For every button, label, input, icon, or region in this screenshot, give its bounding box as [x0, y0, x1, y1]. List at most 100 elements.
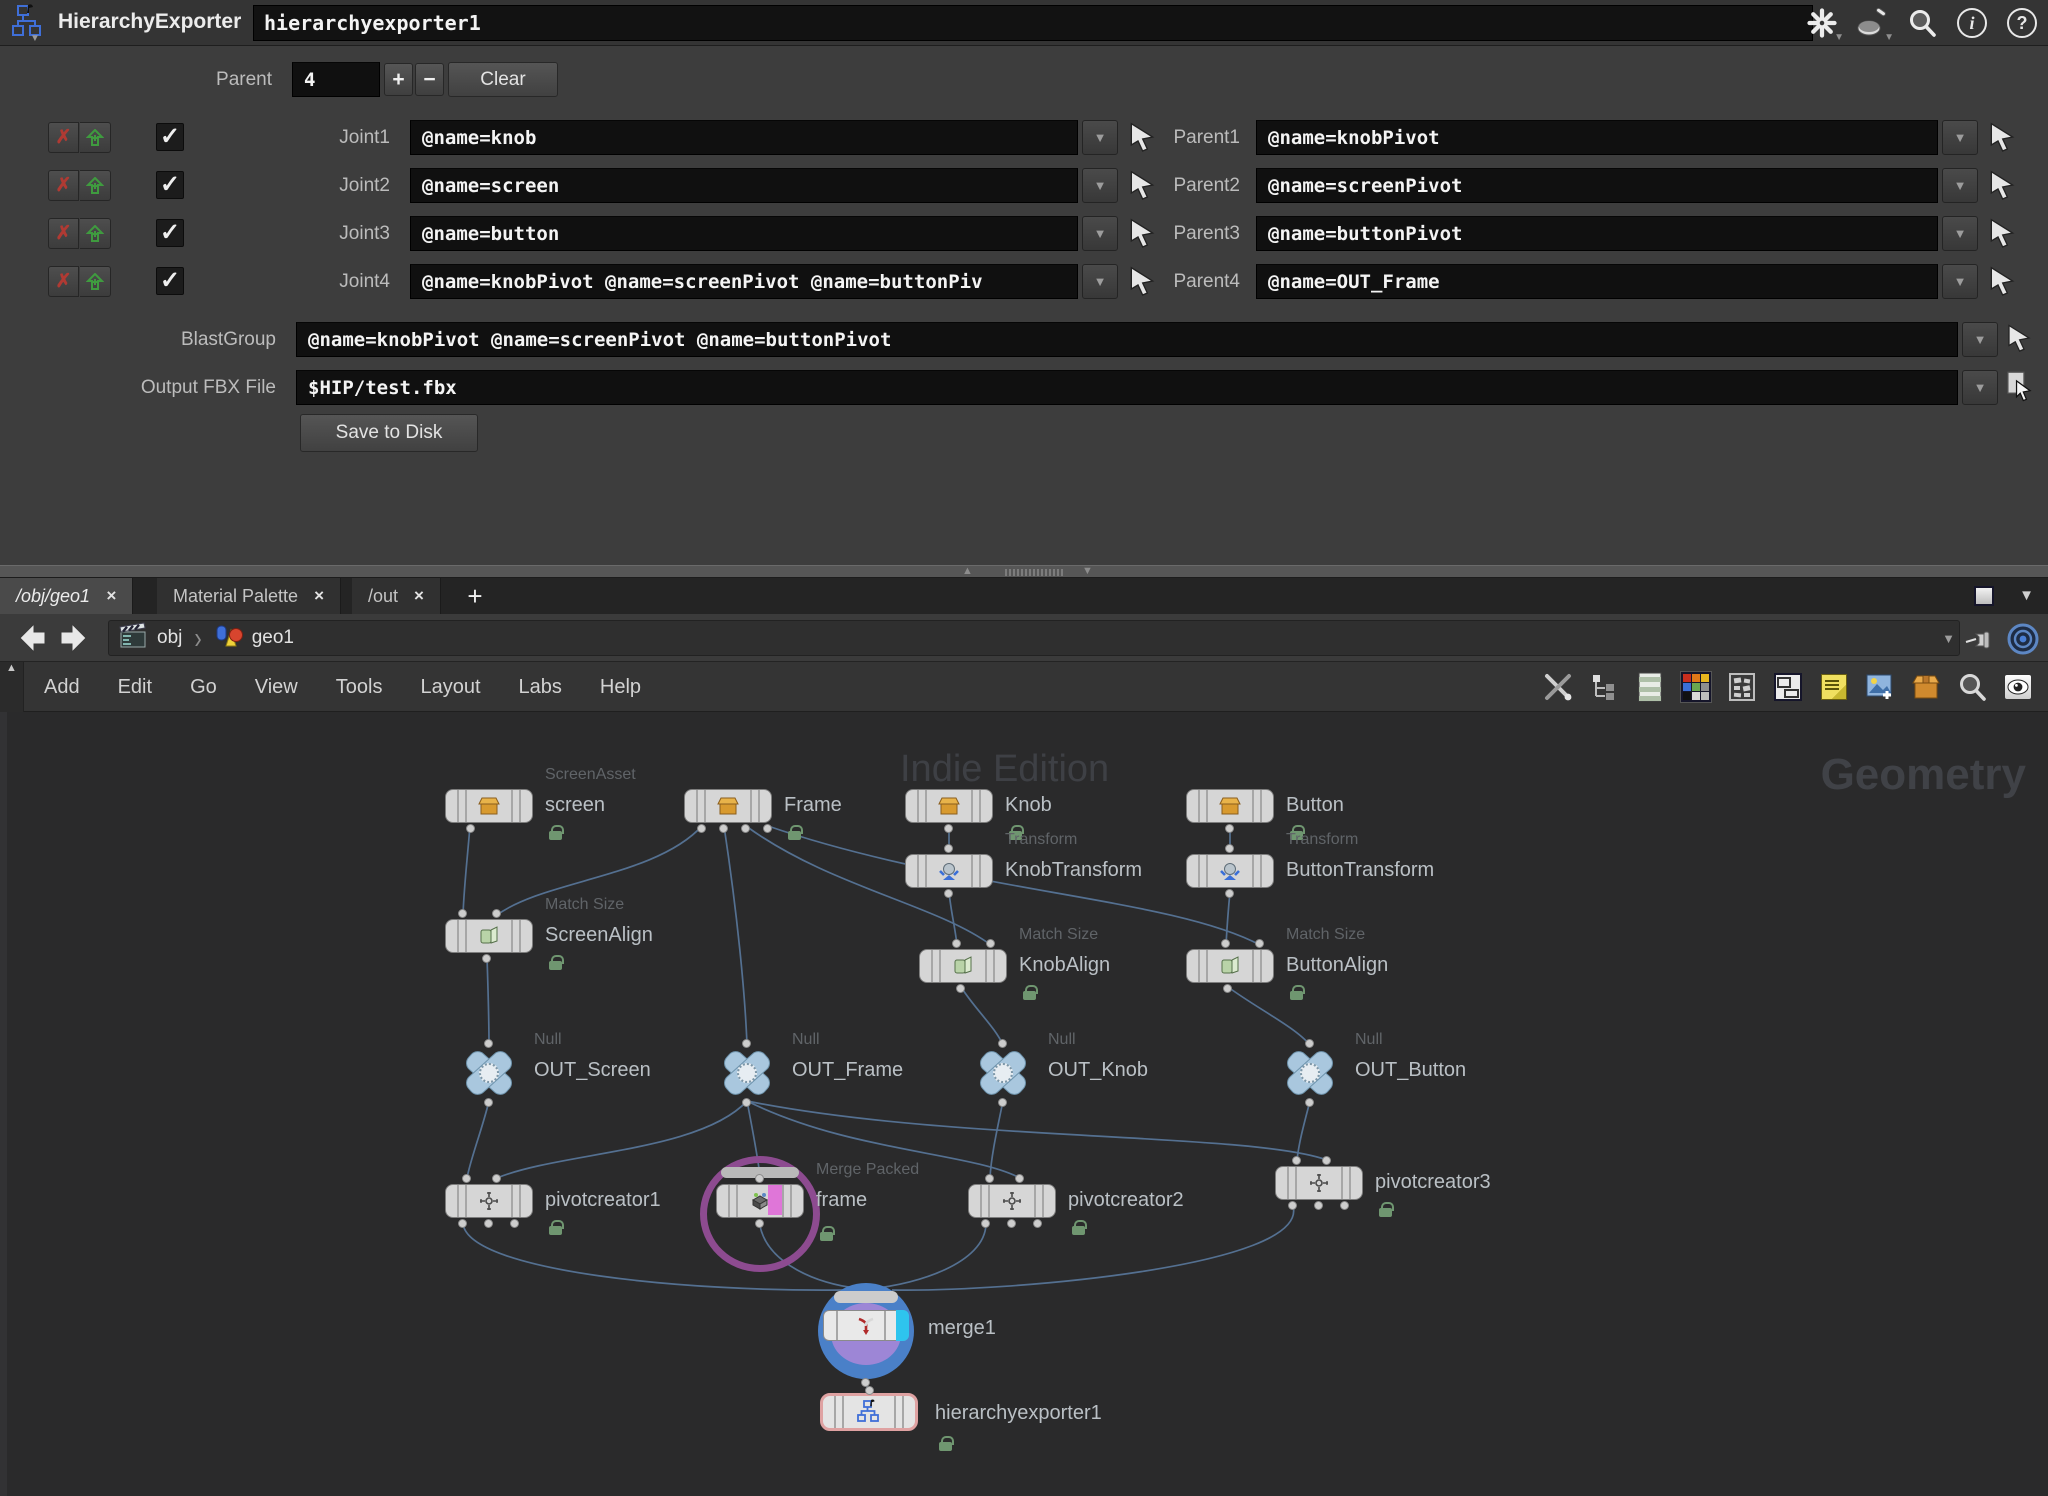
joint1-pick-arrow-icon[interactable]: [1126, 121, 1160, 155]
insert-joint3-button[interactable]: [80, 218, 111, 249]
pink-flag[interactable]: [768, 1185, 782, 1215]
parent1-field[interactable]: [1256, 120, 1938, 155]
info-icon[interactable]: i: [1954, 5, 1990, 41]
output-connector[interactable]: [697, 824, 706, 833]
input-connector[interactable]: [458, 909, 467, 918]
node-pivotcreator3[interactable]: pivotcreator3: [1275, 1166, 1363, 1200]
node-frame[interactable]: Frame: [684, 789, 772, 823]
asset-box-icon[interactable]: [1910, 671, 1942, 703]
input-connector[interactable]: [492, 909, 501, 918]
tree-view-icon[interactable]: [1588, 671, 1620, 703]
menu-add[interactable]: Add: [44, 676, 80, 699]
output-connector[interactable]: [484, 1219, 493, 1228]
input-connector[interactable]: [755, 1174, 764, 1183]
parent3-field[interactable]: [1256, 216, 1938, 251]
menu-labs[interactable]: Labs: [519, 676, 562, 699]
input-connector[interactable]: [1221, 939, 1230, 948]
node-hierarchyexporter1[interactable]: hierarchyexporter1: [820, 1393, 918, 1431]
joint2-enable-checkbox[interactable]: ✓: [156, 171, 184, 199]
node-pivotcreator1[interactable]: pivotcreator1: [445, 1184, 533, 1218]
input-connector[interactable]: [1255, 939, 1264, 948]
output-fbx-field[interactable]: [296, 370, 1958, 405]
input-connector[interactable]: [952, 939, 961, 948]
tab-obj-geo1[interactable]: /obj/geo1 ×: [0, 578, 133, 614]
pin-icon[interactable]: [1964, 622, 1996, 654]
display-flag[interactable]: [896, 1310, 909, 1341]
joint1-enable-checkbox[interactable]: ✓: [156, 123, 184, 151]
output-connector[interactable]: [742, 1098, 751, 1107]
forward-arrow-icon[interactable]: [56, 620, 92, 656]
output-connector[interactable]: [1340, 1201, 1349, 1210]
output-connector[interactable]: [1007, 1219, 1016, 1228]
pane-collapse-strip[interactable]: ▲: [0, 662, 24, 712]
gear-icon[interactable]: ▼: [1804, 5, 1840, 41]
output-connector[interactable]: [510, 1219, 519, 1228]
pane-splitter[interactable]: ▲ ▼: [0, 565, 2048, 578]
node-name-input[interactable]: [253, 5, 1813, 41]
input-connector[interactable]: [462, 1174, 471, 1183]
input-connector[interactable]: [1322, 1156, 1331, 1165]
path-dropdown[interactable]: ▼: [1942, 631, 1955, 646]
node-knobtransform[interactable]: Transform KnobTransform: [905, 854, 993, 888]
delete-joint1-button[interactable]: ✗: [48, 122, 79, 153]
node-icon-dropdown[interactable]: ▼: [30, 33, 40, 44]
new-tab-button[interactable]: +: [458, 580, 492, 612]
joint4-dropdown[interactable]: ▼: [1082, 264, 1118, 299]
output-connector[interactable]: [1225, 889, 1234, 898]
output-connector[interactable]: [1223, 984, 1232, 993]
node-out-knob[interactable]: Null OUT_Knob: [970, 1047, 1036, 1099]
network-search-icon[interactable]: [1956, 671, 1988, 703]
radial-menu-icon[interactable]: [2006, 622, 2038, 654]
node-buttontransform[interactable]: Transform ButtonTransform: [1186, 854, 1274, 888]
node-button[interactable]: Button: [1186, 789, 1274, 823]
node-frame-merge[interactable]: Merge Packed frame: [716, 1184, 804, 1218]
node-screen[interactable]: ScreenAsset screen: [445, 789, 533, 823]
output-connector[interactable]: [1288, 1201, 1297, 1210]
shape-palette-icon[interactable]: [1726, 671, 1758, 703]
output-connector[interactable]: [1225, 824, 1234, 833]
blastgroup-field[interactable]: [296, 322, 1958, 357]
list-view-icon[interactable]: [1634, 671, 1666, 703]
joint2-pick-arrow-icon[interactable]: [1126, 169, 1160, 203]
layout-windows-icon[interactable]: [1772, 671, 1804, 703]
search-icon[interactable]: [1904, 5, 1940, 41]
joint4-enable-checkbox[interactable]: ✓: [156, 267, 184, 295]
delete-joint4-button[interactable]: ✗: [48, 266, 79, 297]
parent1-pick-arrow-icon[interactable]: [1986, 121, 2020, 155]
node-pivotcreator2[interactable]: pivotcreator2: [968, 1184, 1056, 1218]
joint4-field[interactable]: [410, 264, 1078, 299]
color-palette-icon[interactable]: [1680, 671, 1712, 703]
blastgroup-dropdown[interactable]: ▼: [1962, 322, 1998, 357]
back-arrow-icon[interactable]: [14, 620, 50, 656]
output-connector[interactable]: [1033, 1219, 1042, 1228]
network-editor[interactable]: Indie Edition Geometry: [0, 712, 2048, 1496]
network-path-field[interactable]: obj › geo1 ▼: [108, 620, 1960, 656]
menu-layout[interactable]: Layout: [420, 676, 480, 699]
parent3-dropdown[interactable]: ▼: [1942, 216, 1978, 251]
help-icon[interactable]: ?: [2004, 5, 2040, 41]
parent-remove-button[interactable]: −: [415, 63, 444, 96]
input-connector[interactable]: [484, 1039, 493, 1048]
splitter-up-icon[interactable]: ▲: [962, 565, 973, 577]
input-connector[interactable]: [944, 844, 953, 853]
parent2-field[interactable]: [1256, 168, 1938, 203]
node-screenalign[interactable]: Match Size ScreenAlign: [445, 919, 533, 953]
output-connector[interactable]: [944, 889, 953, 898]
insert-joint1-button[interactable]: [80, 122, 111, 153]
delete-joint2-button[interactable]: ✗: [48, 170, 79, 201]
joint3-pick-arrow-icon[interactable]: [1126, 217, 1160, 251]
menu-tools[interactable]: Tools: [336, 676, 383, 699]
visibility-eye-icon[interactable]: [2002, 671, 2034, 703]
sticky-note-icon[interactable]: [1818, 671, 1850, 703]
node-out-button[interactable]: Null OUT_Button: [1277, 1047, 1343, 1099]
joint2-dropdown[interactable]: ▼: [1082, 168, 1118, 203]
input-connector[interactable]: [998, 1039, 1007, 1048]
node-out-frame[interactable]: Null OUT_Frame: [714, 1047, 780, 1099]
tab-material-palette[interactable]: Material Palette ×: [157, 578, 341, 614]
menu-help[interactable]: Help: [600, 676, 641, 699]
tab-out[interactable]: /out ×: [352, 578, 441, 614]
breadcrumb-geo1[interactable]: geo1: [204, 620, 304, 656]
output-connector[interactable]: [466, 824, 475, 833]
pane-maximize-icon[interactable]: [1974, 586, 1994, 606]
delete-joint3-button[interactable]: ✗: [48, 218, 79, 249]
